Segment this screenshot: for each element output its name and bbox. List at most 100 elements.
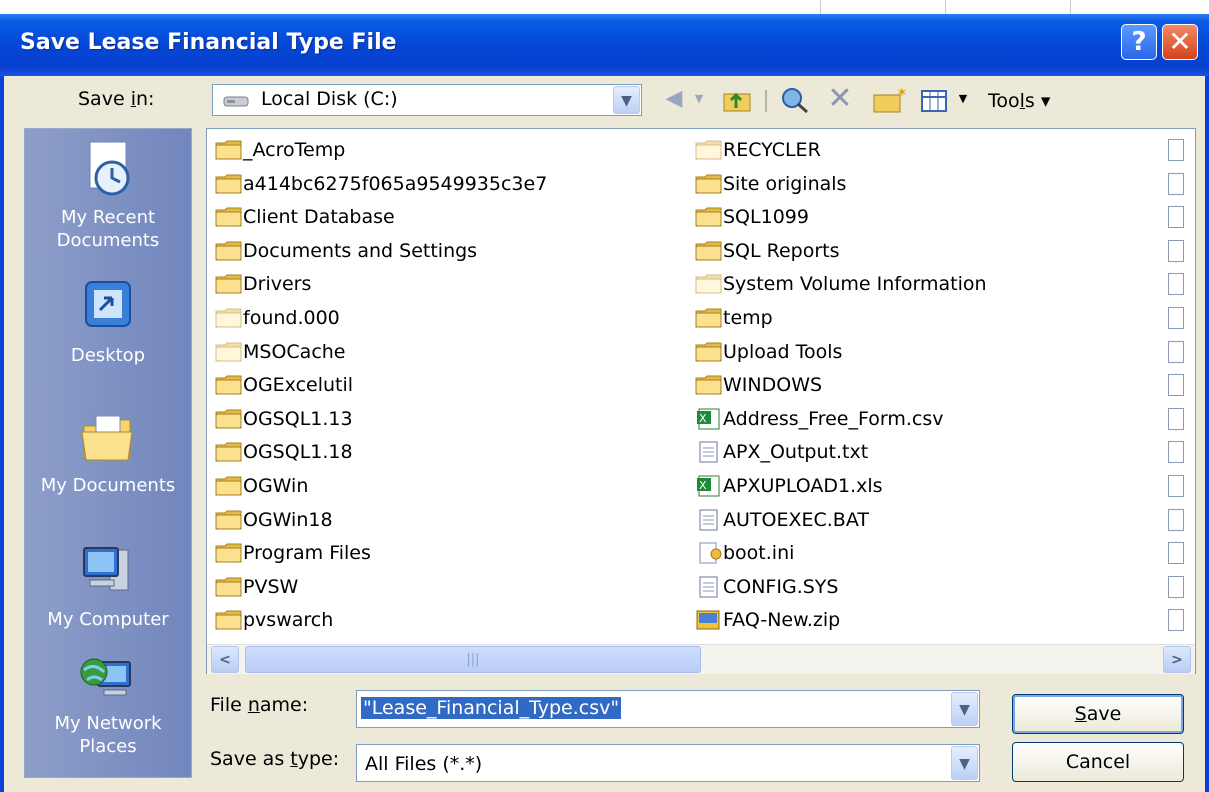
folder-icon — [215, 206, 243, 237]
place-label: Documents — [56, 230, 160, 251]
file-name: OGWin — [243, 475, 309, 497]
file-icon-partial[interactable] — [1168, 206, 1184, 229]
place-my-computer[interactable]: My Computer — [24, 540, 192, 631]
folder-icon — [695, 206, 723, 237]
up-folder-icon[interactable] — [722, 86, 754, 114]
file-name: found.000 — [243, 307, 340, 329]
file-name: CONFIG.SYS — [723, 575, 839, 598]
new-folder-icon[interactable]: ✶ — [872, 86, 906, 114]
file-name: pvswarch — [243, 609, 334, 632]
zip-file-icon — [695, 609, 723, 640]
save-in-value: Local Disk (C:) — [261, 88, 398, 110]
toolbar-separator — [765, 90, 767, 112]
file-icon-partial[interactable] — [1168, 508, 1184, 531]
delete-icon[interactable]: ✕ — [825, 84, 855, 114]
file-icon-partial[interactable] — [1168, 542, 1184, 565]
file-name: APXUPLOAD1.xls — [723, 475, 883, 497]
chevron-down-icon[interactable]: ▼ — [613, 86, 640, 114]
file-icon-partial[interactable] — [1168, 374, 1184, 397]
file-name: SQL1099 — [723, 206, 809, 229]
file-name-input[interactable]: "Lease_Financial_Type.csv" — [361, 697, 622, 719]
place-label: My Documents — [40, 475, 176, 496]
csv-file-icon: X — [695, 408, 723, 439]
svg-text:X: X — [699, 412, 707, 425]
file-name: APX_Output.txt — [723, 441, 869, 464]
file-name: SQL Reports — [723, 239, 840, 262]
file-icon-partial[interactable] — [1168, 340, 1184, 363]
file-name: boot.ini — [723, 542, 795, 565]
place-my-network-places[interactable]: My Network Places — [24, 650, 192, 758]
place-my-documents[interactable]: My Documents — [24, 406, 192, 497]
place-desktop[interactable]: Desktop — [24, 276, 192, 367]
file-icon-partial[interactable] — [1168, 441, 1184, 464]
local-disk-icon — [223, 96, 249, 107]
folder-icon — [695, 341, 723, 372]
place-my-recent-documents[interactable]: My Recent Documents — [24, 138, 192, 252]
system-file-icon — [695, 576, 723, 607]
file-name: FAQ-New.zip — [723, 609, 841, 632]
file-name: Upload Tools — [723, 340, 843, 363]
file-name: PVSW — [243, 575, 299, 598]
file-icon-partial[interactable] — [1168, 307, 1184, 329]
folder-icon — [215, 240, 243, 271]
file-list[interactable]: _AcroTemp a414bc6275f065a9549935c3e7 Clien… — [206, 128, 1196, 674]
scroll-thumb[interactable]: ||| — [245, 646, 701, 673]
file-icon-partial[interactable] — [1168, 139, 1184, 161]
back-icon[interactable]: ◀ — [660, 84, 688, 114]
folder-icon — [215, 609, 243, 640]
save-button[interactable]: Save — [1012, 694, 1184, 734]
svg-text:X: X — [699, 479, 707, 492]
horizontal-scrollbar[interactable]: < ||| > — [207, 644, 1195, 674]
file-icon-partial[interactable] — [1168, 609, 1184, 632]
save-as-type-label: Save as type: — [210, 748, 340, 770]
file-name: _AcroTemp — [243, 139, 346, 161]
scroll-left-button[interactable]: < — [211, 646, 239, 673]
folder-icon — [215, 341, 243, 372]
file-name: a414bc6275f065a9549935c3e7 — [243, 172, 548, 195]
folder-icon — [215, 542, 243, 573]
cancel-button[interactable]: Cancel — [1012, 742, 1184, 782]
folder-icon — [215, 139, 243, 170]
file-name: OGSQL1.18 — [243, 441, 353, 464]
save-in-combo[interactable]: Local Disk (C:) ▼ — [212, 84, 642, 116]
scroll-right-button[interactable]: > — [1163, 646, 1191, 673]
my-documents-icon — [81, 415, 133, 461]
grid-line — [820, 0, 821, 14]
file-icon-partial[interactable] — [1168, 172, 1184, 195]
file-icon-partial[interactable] — [1168, 239, 1184, 262]
back-dropdown-icon[interactable]: ▼ — [692, 84, 706, 114]
close-button[interactable]: ✕ — [1162, 24, 1198, 60]
file-icon-partial[interactable] — [1168, 475, 1184, 497]
grid-line — [1070, 0, 1071, 14]
excel-file-icon: X — [695, 475, 723, 506]
chevron-down-icon[interactable]: ▼ — [951, 746, 978, 780]
file-icon-partial[interactable] — [1168, 273, 1184, 296]
place-label: My Network — [54, 713, 162, 734]
file-name: OGWin18 — [243, 508, 333, 531]
folder-icon — [215, 273, 243, 304]
place-label: Desktop — [70, 345, 146, 366]
file-icon-partial[interactable] — [1168, 407, 1184, 430]
file-name: WINDOWS — [723, 374, 823, 397]
save-in-label: Save in: — [78, 88, 155, 110]
folder-icon — [215, 576, 243, 607]
folder-icon — [215, 307, 243, 338]
network-places-icon — [80, 658, 131, 696]
dialog-title: Save Lease Financial Type File — [20, 30, 397, 55]
views-icon[interactable] — [920, 88, 950, 114]
file-name: RECYCLER — [723, 139, 821, 161]
file-name: Documents and Settings — [243, 239, 478, 262]
search-web-icon[interactable] — [780, 86, 810, 114]
save-as-type-select[interactable]: All Files (*.*) ▼ — [356, 744, 980, 782]
settings-file-icon — [695, 542, 723, 573]
file-icon-partial[interactable] — [1168, 575, 1184, 598]
chevron-down-icon[interactable]: ▼ — [951, 692, 978, 726]
folder-icon — [215, 509, 243, 540]
folder-icon — [695, 307, 723, 338]
views-dropdown-icon[interactable]: ▼ — [956, 84, 970, 114]
file-name-combo[interactable]: "Lease_Financial_Type.csv" ▼ — [356, 690, 980, 728]
tools-menu[interactable]: Tools ▾ — [988, 90, 1050, 112]
folder-icon — [215, 475, 243, 506]
help-button[interactable]: ? — [1121, 24, 1157, 60]
folder-icon — [695, 139, 723, 170]
